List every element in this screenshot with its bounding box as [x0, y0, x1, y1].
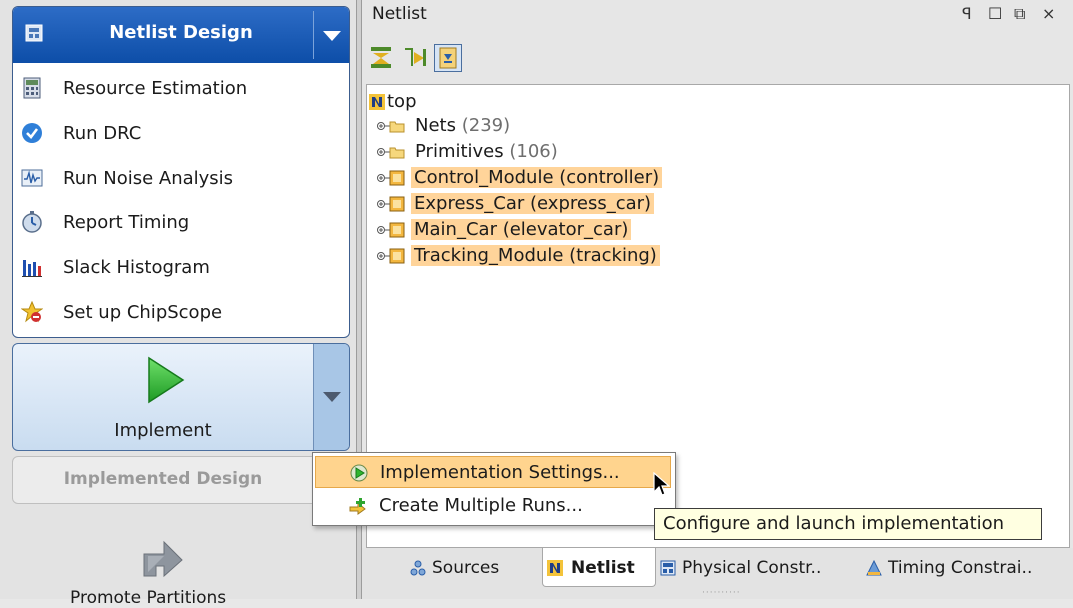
tree-node-label: Tracking_Module (tracking)	[411, 245, 660, 266]
module-icon	[389, 222, 405, 238]
expand-all-icon[interactable]	[402, 44, 428, 70]
tab-netlist[interactable]: Netlist	[542, 548, 656, 587]
tree-node-count: (239)	[461, 115, 511, 136]
window-controls: ꟼ ☐ ⧉ ×	[962, 2, 1067, 26]
pin-icon[interactable]: ꟼ	[962, 4, 972, 23]
chevron-down-icon[interactable]	[323, 31, 341, 41]
resize-grip[interactable]: ··········	[702, 588, 741, 598]
netlist-root-icon	[369, 94, 385, 110]
tooltip-text: Configure and launch implementation	[663, 513, 1005, 534]
menu-item-label: Create Multiple Runs...	[379, 495, 583, 516]
task-label: Report Timing	[63, 212, 190, 233]
module-icon	[389, 196, 405, 212]
tree-node-label: Control_Module (controller)	[411, 167, 663, 188]
tab-sources[interactable]: Sources	[410, 556, 518, 586]
panel-title: Netlist	[372, 4, 427, 24]
menu-item-label: Implementation Settings...	[380, 462, 620, 483]
implement-dropdown-menu: Implementation Settings... Create Multip…	[312, 452, 676, 526]
implement-label: Implement	[114, 420, 212, 441]
implement-dropdown-button[interactable]	[313, 344, 349, 450]
module-icon	[389, 248, 405, 264]
promote-partitions-label: Promote Partitions	[70, 588, 227, 608]
implemented-design-section[interactable]: Implemented Design	[12, 456, 350, 504]
promote-partitions-icon[interactable]	[134, 526, 190, 582]
netlist-design-section: Netlist Design Resource Estimation Run D…	[12, 6, 350, 338]
netlist-design-icon	[25, 24, 43, 42]
flow-navigator: Netlist Design Resource Estimation Run D…	[0, 0, 356, 608]
add-runs-icon	[349, 498, 366, 515]
close-icon[interactable]: ×	[1042, 4, 1055, 23]
chevron-down-icon	[323, 392, 341, 402]
implemented-design-title: Implemented Design	[63, 469, 263, 489]
header-separator	[313, 11, 314, 59]
tree-node-label: Nets	[415, 115, 456, 136]
task-set-up-chipscope[interactable]: Set up ChipScope	[13, 291, 349, 335]
task-resource-estimation[interactable]: Resource Estimation	[13, 67, 349, 111]
task-label: Slack Histogram	[63, 257, 210, 278]
mouse-cursor-icon	[653, 472, 670, 496]
implement-button-group: Implement	[12, 343, 350, 451]
implement-button[interactable]: Implement	[13, 344, 313, 450]
tree-node-label: Main_Car (elevator_car)	[411, 219, 632, 240]
tree-node-count: (106)	[509, 141, 558, 162]
tree-root-label: top	[387, 91, 417, 112]
waveform-icon	[21, 169, 43, 187]
stopwatch-icon	[22, 211, 42, 233]
physical-constraints-icon	[660, 560, 676, 576]
play-settings-icon	[350, 464, 368, 482]
check-circle-icon	[22, 123, 42, 143]
menu-item-implementation-settings[interactable]: Implementation Settings...	[315, 456, 671, 488]
chipscope-icon	[21, 301, 43, 323]
show-selection-icon[interactable]	[434, 44, 462, 72]
tab-label: Timing Constrai..	[888, 558, 1033, 578]
netlist-design-header[interactable]: Netlist Design	[13, 7, 349, 63]
calculator-icon	[23, 77, 41, 99]
netlist-design-title: Netlist Design	[109, 22, 253, 43]
task-slack-histogram[interactable]: Slack Histogram	[13, 246, 349, 290]
netlist-icon	[547, 560, 563, 576]
tree-node-label: Primitives	[415, 141, 504, 162]
task-label: Set up ChipScope	[63, 302, 223, 323]
tab-label: Netlist	[571, 558, 635, 578]
collapse-all-icon[interactable]	[368, 44, 394, 70]
tab-label: Sources	[432, 558, 500, 578]
tab-timing-constraints[interactable]: Timing Constrai..	[866, 556, 1066, 586]
folder-icon	[389, 147, 405, 159]
sources-icon	[410, 560, 426, 576]
restore-icon[interactable]: ⧉	[1014, 4, 1025, 24]
tab-physical-constraints[interactable]: Physical Constr..	[660, 556, 860, 586]
bottom-tab-bar: Sources Netlist Physical Constr.. Timing…	[362, 548, 1073, 599]
folder-icon	[389, 121, 405, 133]
module-icon	[389, 170, 405, 186]
tooltip: Configure and launch implementation	[654, 508, 1042, 540]
histogram-icon	[22, 260, 42, 277]
maximize-icon[interactable]: ☐	[988, 4, 1002, 23]
tree-node-label: Express_Car (express_car)	[411, 193, 655, 214]
task-report-timing[interactable]: Report Timing	[13, 201, 349, 245]
task-label: Run Noise Analysis	[63, 168, 234, 189]
menu-item-create-multiple-runs[interactable]: Create Multiple Runs...	[315, 490, 671, 522]
play-icon	[148, 356, 185, 404]
task-label: Resource Estimation	[63, 78, 248, 99]
task-run-noise-analysis[interactable]: Run Noise Analysis	[13, 157, 349, 201]
task-label: Run DRC	[63, 123, 142, 144]
task-run-drc[interactable]: Run DRC	[13, 112, 349, 156]
timing-constraints-icon	[866, 560, 882, 576]
tab-label: Physical Constr..	[682, 558, 822, 578]
